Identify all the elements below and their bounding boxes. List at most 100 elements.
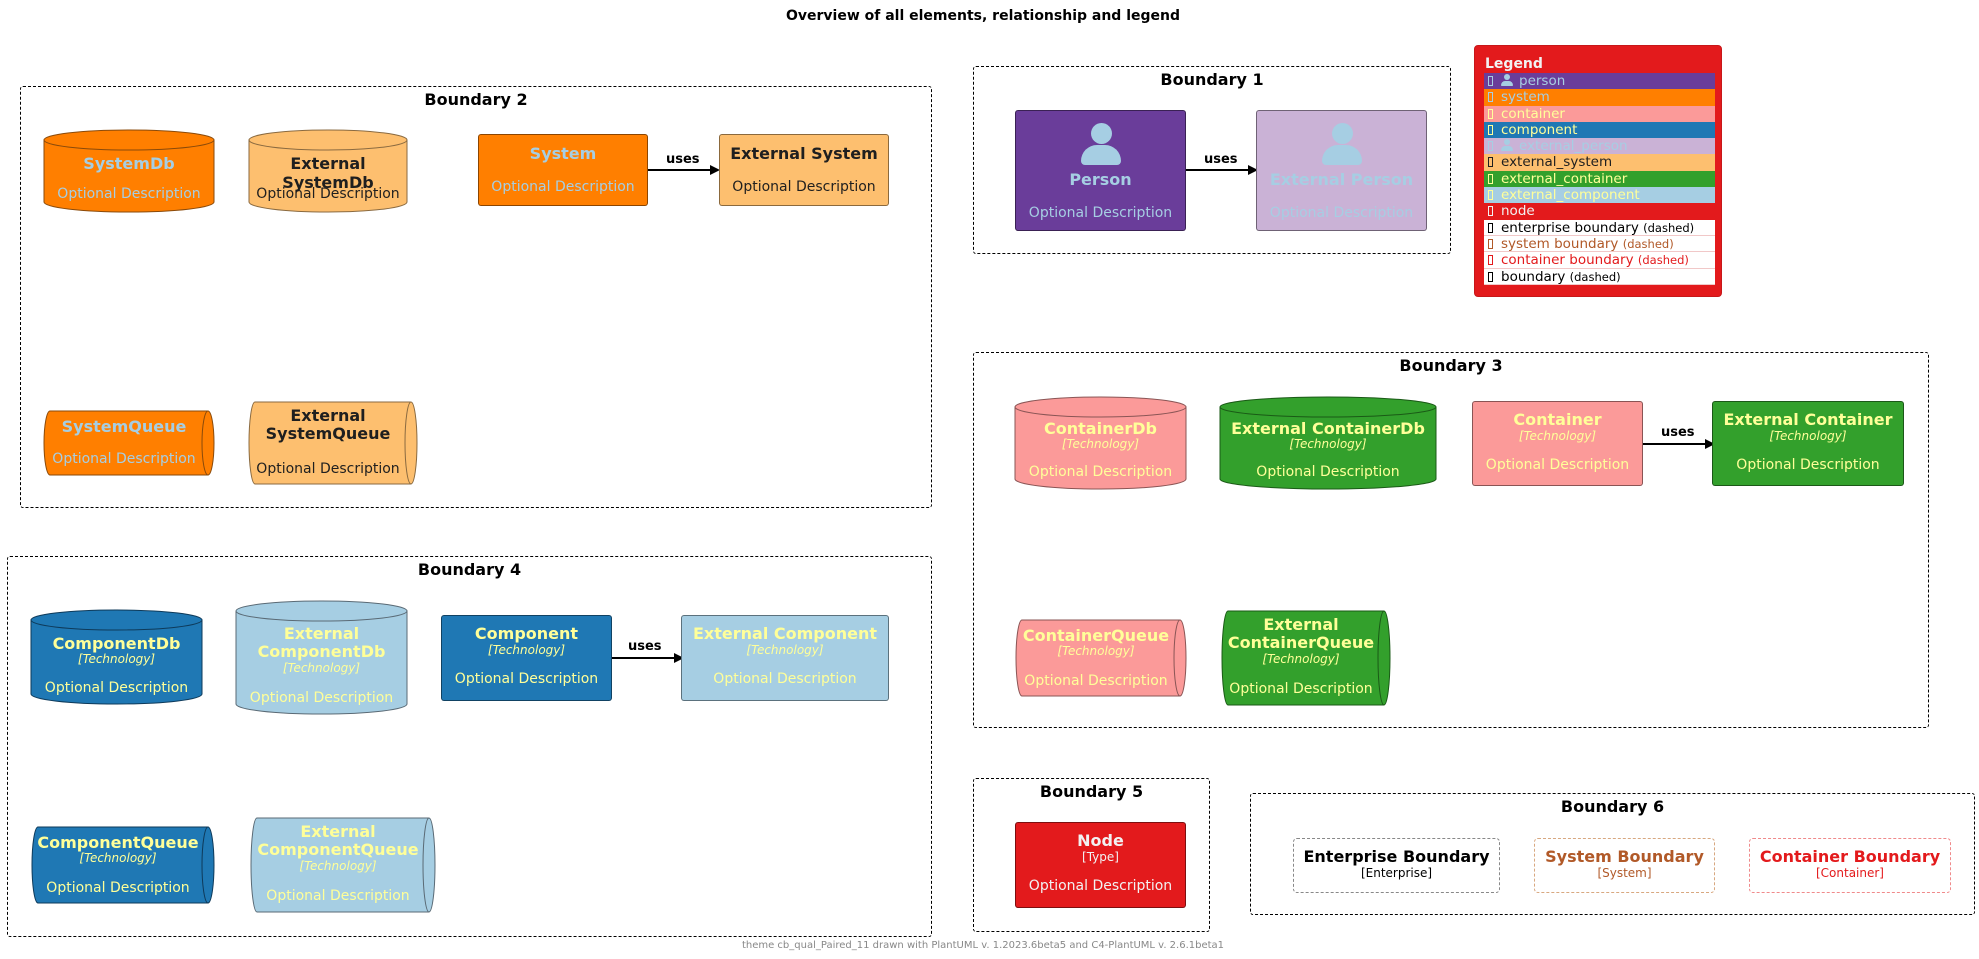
container[interactable]: Container [Technology] Optional Descript… bbox=[1472, 401, 1643, 486]
person-icon bbox=[1501, 139, 1513, 152]
legend-item: enterprise boundary (dashed) bbox=[1484, 219, 1715, 236]
boundary-label: Boundary 6 bbox=[1560, 797, 1665, 816]
legend-item: person bbox=[1484, 73, 1715, 90]
system-boundary[interactable]: System Boundary [System] bbox=[1534, 838, 1715, 893]
element-description: Optional Description bbox=[454, 671, 599, 687]
element-name: Component bbox=[474, 624, 579, 643]
element-technology: [Technology] bbox=[1518, 429, 1597, 443]
element-description: Optional Description bbox=[1269, 205, 1414, 221]
external-component[interactable]: External Component [Technology] Optional… bbox=[681, 615, 889, 701]
boundary-name: System Boundary bbox=[1545, 847, 1704, 866]
boundary-name: Enterprise Boundary bbox=[1303, 847, 1490, 866]
element-technology: [Technology] bbox=[1769, 429, 1847, 443]
element-name-line-2: ContainerQueue bbox=[1227, 633, 1375, 652]
element-technology: [Technology] bbox=[487, 643, 566, 657]
relationship-container-uses-external-container: uses bbox=[1643, 425, 1715, 455]
legend-item-label: node bbox=[1501, 203, 1535, 220]
legend-item-label: external_system bbox=[1501, 154, 1613, 171]
person-icon bbox=[1501, 74, 1513, 86]
system[interactable]: System Optional Description bbox=[478, 134, 648, 206]
element-name: External Component bbox=[692, 624, 877, 643]
relationship-system-uses-external-system: uses bbox=[648, 150, 720, 180]
element-technology: [Technology] bbox=[1061, 437, 1140, 451]
element-description: Optional Description bbox=[46, 880, 190, 896]
diagram-title: Overview of all elements, relationship a… bbox=[785, 8, 1181, 24]
container-boundary[interactable]: Container Boundary [Container] bbox=[1749, 838, 1951, 893]
legend-swatch-icon bbox=[1488, 108, 1493, 119]
container-queue[interactable]: ContainerQueue [Technology] Optional Des… bbox=[1015, 619, 1187, 697]
external-component-queue[interactable]: External ComponentQueue [Technology] Opt… bbox=[250, 817, 436, 913]
legend-item-label: boundary bbox=[1501, 268, 1566, 285]
external-system[interactable]: External System Optional Description bbox=[719, 134, 889, 206]
element-name: Container bbox=[1513, 410, 1602, 429]
element-description: Optional Description bbox=[1028, 205, 1173, 221]
legend-item: external_system bbox=[1484, 154, 1715, 171]
node[interactable]: Node [Type] Optional Description bbox=[1015, 822, 1186, 908]
relationship-person-uses-external-person: uses bbox=[1186, 150, 1258, 180]
element-technology: [Technology] bbox=[299, 859, 377, 873]
element-description: Optional Description bbox=[713, 671, 857, 687]
element-description: Optional Description bbox=[57, 186, 201, 202]
legend-item-label: container boundary bbox=[1501, 252, 1634, 269]
legend-swatch-icon bbox=[1488, 124, 1493, 135]
system-queue[interactable]: SystemQueue Optional Description bbox=[43, 410, 215, 476]
enterprise-boundary[interactable]: Enterprise Boundary [Enterprise] bbox=[1293, 838, 1500, 893]
element-name: SystemQueue bbox=[61, 417, 187, 436]
element-technology: [Technology] bbox=[79, 851, 157, 865]
legend-item: external_container bbox=[1484, 170, 1715, 188]
container-db[interactable]: ContainerDb [Technology] Optional Descri… bbox=[1014, 396, 1187, 490]
legend-item: system boundary (dashed) bbox=[1484, 235, 1715, 253]
component[interactable]: Component [Technology] Optional Descript… bbox=[441, 615, 612, 701]
boundary-type: [Container] bbox=[1815, 866, 1884, 880]
legend-item-label: external_component bbox=[1501, 187, 1640, 204]
legend-item: boundary (dashed) bbox=[1484, 268, 1715, 285]
element-description: Optional Description bbox=[1256, 464, 1400, 480]
element-name: External ContainerDb bbox=[1231, 419, 1425, 438]
legend-item-label: person bbox=[1519, 73, 1566, 89]
element-description: Optional Description bbox=[1229, 681, 1373, 697]
external-container-queue[interactable]: External ContainerQueue [Technology] Opt… bbox=[1221, 610, 1391, 706]
legend-item-label: external_person bbox=[1519, 138, 1628, 155]
element-technology: [Technology] bbox=[77, 652, 156, 666]
element-description: Optional Description bbox=[256, 186, 400, 202]
legend-item-label: system bbox=[1501, 89, 1550, 106]
element-name: ComponentQueue bbox=[37, 833, 199, 852]
legend-swatch-icon bbox=[1488, 173, 1493, 184]
legend-item-label: container bbox=[1501, 105, 1565, 122]
element-name: Node bbox=[1077, 831, 1124, 850]
external-container[interactable]: External Container [Technology] Optional… bbox=[1712, 401, 1904, 486]
legend-item: component bbox=[1484, 121, 1715, 139]
boundary-label: Boundary 5 bbox=[1039, 782, 1144, 801]
element-name-line-1: External bbox=[290, 406, 366, 425]
relationship-label: uses bbox=[666, 152, 700, 167]
element-description: Optional Description bbox=[1028, 878, 1173, 894]
external-person[interactable]: External Person Optional Description bbox=[1256, 110, 1427, 231]
element-description: Optional Description bbox=[266, 888, 410, 904]
component-queue[interactable]: ComponentQueue [Technology] Optional Des… bbox=[31, 826, 215, 904]
boundary-label: Boundary 2 bbox=[424, 90, 528, 109]
legend-item: node bbox=[1484, 203, 1715, 220]
element-description: Optional Description bbox=[1485, 457, 1630, 473]
system-db[interactable]: SystemDb Optional Description bbox=[43, 129, 215, 213]
boundary-type: [System] bbox=[1597, 866, 1652, 880]
legend-swatch-icon bbox=[1488, 238, 1493, 249]
external-system-db[interactable]: External SystemDb Optional Description bbox=[248, 129, 408, 213]
element-name-line-2: ComponentDb bbox=[257, 642, 386, 661]
legend-swatch-icon bbox=[1488, 222, 1493, 233]
component-db[interactable]: ComponentDb [Technology] Optional Descri… bbox=[30, 609, 203, 705]
external-system-queue[interactable]: External SystemQueue Optional Descriptio… bbox=[248, 401, 418, 485]
element-description: Optional Description bbox=[1736, 457, 1880, 473]
external-component-db[interactable]: External ComponentDb [Technology] Option… bbox=[235, 600, 408, 715]
element-name: ContainerQueue bbox=[1022, 626, 1170, 645]
boundary-label: Boundary 3 bbox=[1399, 356, 1503, 375]
legend-swatch-icon bbox=[1488, 141, 1493, 152]
legend-swatch-icon bbox=[1488, 157, 1493, 168]
person[interactable]: Person Optional Description bbox=[1015, 110, 1186, 231]
legend-item-suffix: (dashed) bbox=[1637, 253, 1689, 268]
element-description: Optional Description bbox=[52, 451, 196, 467]
external-container-db[interactable]: External ContainerDb [Technology] Option… bbox=[1219, 396, 1437, 490]
legend-item: container boundary (dashed) bbox=[1484, 252, 1715, 269]
legend-swatch-icon bbox=[1488, 92, 1493, 103]
element-description: Optional Description bbox=[44, 680, 189, 696]
element-name: SystemDb bbox=[83, 154, 175, 173]
